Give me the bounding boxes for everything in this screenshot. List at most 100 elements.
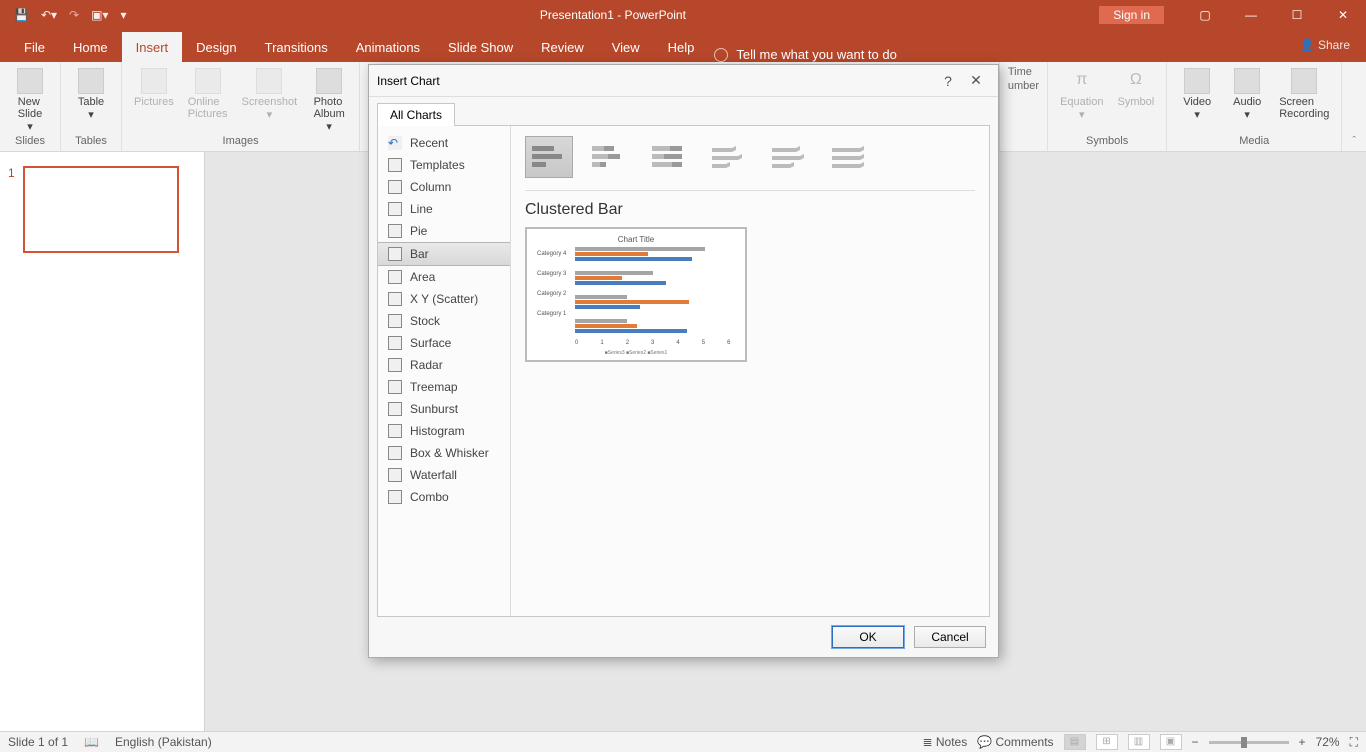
ribbon-options-icon[interactable]: ▢ — [1182, 8, 1228, 22]
cat-area[interactable]: Area — [378, 266, 510, 288]
subtype-stacked-bar[interactable] — [585, 136, 633, 178]
title-bar: 💾 ↶▾ ↷ ▣▾ ▾ Presentation1 - PowerPoint S… — [0, 0, 1366, 29]
dialog-tabs: All Charts — [369, 97, 998, 125]
screenshot-button[interactable]: Screenshot▾ — [238, 66, 302, 135]
zoom-in-icon[interactable]: + — [1299, 735, 1306, 749]
slideshow-view-icon[interactable]: ▣ — [1160, 734, 1182, 750]
group-media: Video▾ Audio▾ Screen Recording Media — [1167, 62, 1342, 151]
cat-combo[interactable]: Combo — [378, 486, 510, 508]
tab-transitions[interactable]: Transitions — [251, 32, 342, 62]
redo-icon[interactable]: ↷ — [69, 8, 79, 22]
subtype-3d-clustered-bar[interactable] — [705, 136, 753, 178]
tab-view[interactable]: View — [598, 32, 654, 62]
preview-title: Chart Title — [533, 235, 739, 244]
subtype-3d-stacked-bar[interactable] — [765, 136, 813, 178]
cat-templates[interactable]: Templates — [378, 154, 510, 176]
start-slideshow-icon[interactable]: ▣▾ — [91, 8, 108, 22]
zoom-level[interactable]: 72% — [1316, 735, 1340, 749]
group-slides-label: Slides — [8, 135, 52, 149]
symbol-button[interactable]: ΩSymbol — [1114, 66, 1159, 123]
table-button[interactable]: Table▾ — [69, 66, 113, 123]
cat-bar[interactable]: Bar — [378, 242, 510, 266]
notes-button[interactable]: ≣ Notes — [922, 735, 967, 749]
audio-button[interactable]: Audio▾ — [1225, 66, 1269, 123]
tab-file[interactable]: File — [10, 32, 59, 62]
zoom-slider[interactable] — [1209, 741, 1289, 744]
video-button[interactable]: Video▾ — [1175, 66, 1219, 123]
subtype-3d-100pct-stacked-bar[interactable] — [825, 136, 873, 178]
group-images-label: Images — [130, 135, 351, 149]
chart-preview[interactable]: Chart Title Category 4 Category 3 Catego… — [525, 227, 747, 362]
cat-column[interactable]: Column — [378, 176, 510, 198]
cat-pie[interactable]: Pie — [378, 220, 510, 242]
normal-view-icon[interactable]: ▤ — [1064, 734, 1086, 750]
tab-home[interactable]: Home — [59, 32, 122, 62]
bulb-icon — [714, 48, 728, 62]
app-title: Presentation1 - PowerPoint — [127, 8, 1100, 22]
cat-line[interactable]: Line — [378, 198, 510, 220]
status-bar: Slide 1 of 1 📖 English (Pakistan) ≣ Note… — [0, 731, 1366, 752]
tab-animations[interactable]: Animations — [342, 32, 434, 62]
fit-slide-icon[interactable]: ⛶ — [1350, 735, 1358, 750]
cat-recent[interactable]: ↶Recent — [378, 132, 510, 154]
subtype-100pct-stacked-bar[interactable] — [645, 136, 693, 178]
equation-button[interactable]: πEquation▾ — [1056, 66, 1107, 123]
tell-me-search[interactable]: Tell me what you want to do — [714, 47, 896, 62]
minimize-icon[interactable]: — — [1228, 8, 1274, 22]
language[interactable]: English (Pakistan) — [115, 735, 212, 749]
quick-access-toolbar: 💾 ↶▾ ↷ ▣▾ ▾ — [0, 8, 127, 22]
cat-radar[interactable]: Radar — [378, 354, 510, 376]
ok-button[interactable]: OK — [832, 626, 904, 648]
sorter-view-icon[interactable]: ⊞ — [1096, 734, 1118, 750]
group-media-label: Media — [1175, 135, 1333, 149]
cat-histogram[interactable]: Histogram — [378, 420, 510, 442]
preview-x-axis: 0123456 — [575, 340, 730, 346]
collapse-ribbon-icon[interactable]: ˆ — [1342, 131, 1366, 151]
slide-number: 1 — [8, 166, 15, 253]
undo-icon[interactable]: ↶▾ — [41, 8, 57, 22]
preview-legend: ■Series3 ■Series2 ■Series1 — [527, 350, 745, 356]
insert-chart-dialog: Insert Chart ? ✕ All Charts ↶Recent Temp… — [368, 64, 999, 658]
group-text-partial: Time umber — [999, 62, 1048, 151]
online-pictures-button[interactable]: Online Pictures — [184, 66, 232, 135]
spellcheck-icon[interactable]: 📖 — [84, 735, 99, 749]
number-label-partial: umber — [1008, 80, 1039, 92]
dialog-help-icon[interactable]: ? — [934, 73, 962, 89]
tab-review[interactable]: Review — [527, 32, 598, 62]
comments-button[interactable]: 💬 Comments — [977, 735, 1053, 749]
pictures-button[interactable]: Pictures — [130, 66, 178, 135]
maximize-icon[interactable]: ☐ — [1274, 8, 1320, 22]
photo-album-button[interactable]: Photo Album▾ — [307, 66, 351, 135]
new-slide-button[interactable]: New Slide▾ — [8, 66, 52, 135]
share-button[interactable]: 👤 Share — [1300, 38, 1350, 52]
screen-recording-button[interactable]: Screen Recording — [1275, 66, 1333, 123]
cat-waterfall[interactable]: Waterfall — [378, 464, 510, 486]
dialog-tab-all-charts[interactable]: All Charts — [377, 103, 455, 126]
group-images: Pictures Online Pictures Screenshot▾ Pho… — [122, 62, 360, 151]
cat-scatter[interactable]: X Y (Scatter) — [378, 288, 510, 310]
cancel-button[interactable]: Cancel — [914, 626, 986, 648]
close-icon[interactable]: ✕ — [1320, 8, 1366, 22]
dialog-title-bar: Insert Chart ? ✕ — [369, 65, 998, 97]
cat-stock[interactable]: Stock — [378, 310, 510, 332]
zoom-out-icon[interactable]: − — [1192, 735, 1199, 749]
tab-slideshow[interactable]: Slide Show — [434, 32, 527, 62]
reading-view-icon[interactable]: ▥ — [1128, 734, 1150, 750]
dialog-body: ↶Recent Templates Column Line Pie Bar Ar… — [377, 125, 990, 617]
cat-treemap[interactable]: Treemap — [378, 376, 510, 398]
cat-surface[interactable]: Surface — [378, 332, 510, 354]
cat-boxwhisker[interactable]: Box & Whisker — [378, 442, 510, 464]
preview-bars — [575, 247, 735, 343]
qat-customize-icon[interactable]: ▾ — [120, 8, 126, 22]
save-icon[interactable]: 💾 — [14, 8, 29, 22]
tab-design[interactable]: Design — [182, 32, 250, 62]
subtype-clustered-bar[interactable] — [525, 136, 573, 178]
dialog-footer: OK Cancel — [369, 617, 998, 657]
dialog-close-icon[interactable]: ✕ — [962, 72, 990, 89]
tab-insert[interactable]: Insert — [122, 32, 183, 62]
tab-help[interactable]: Help — [654, 32, 709, 62]
slide-thumbnail-1[interactable] — [23, 166, 179, 253]
sign-in-button[interactable]: Sign in — [1099, 6, 1164, 24]
slide-info[interactable]: Slide 1 of 1 — [8, 735, 68, 749]
cat-sunburst[interactable]: Sunburst — [378, 398, 510, 420]
